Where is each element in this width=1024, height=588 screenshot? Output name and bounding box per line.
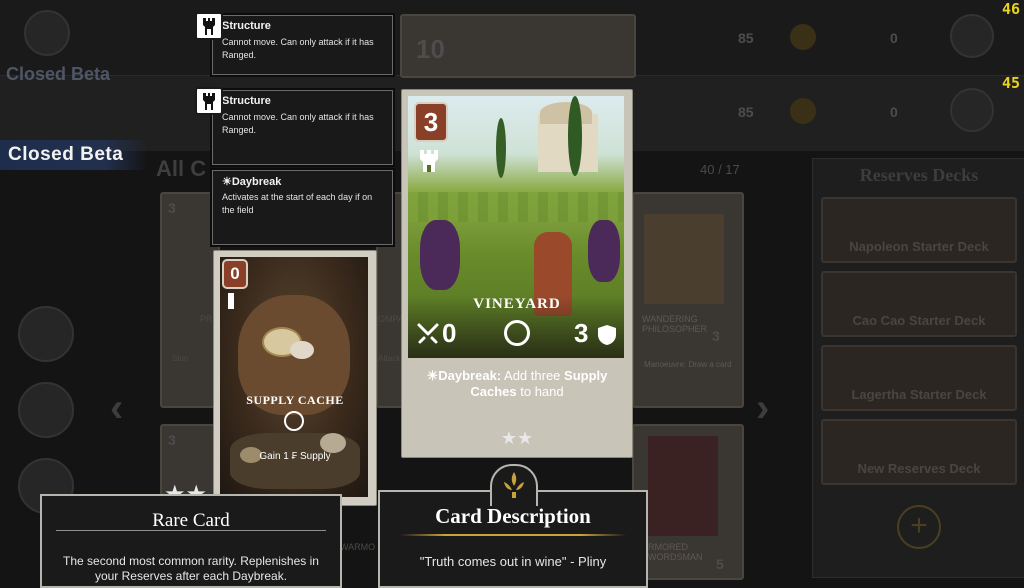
- menu-button-ghost: [24, 10, 70, 56]
- reserves-deck-label: New Reserves Deck: [857, 461, 981, 476]
- exclamation-icon: [228, 293, 234, 309]
- topbar-number-10: 10: [416, 34, 445, 64]
- swordsman-portrait: [648, 436, 718, 536]
- topbar-card-ghost: 10: [400, 14, 636, 78]
- add-deck-plus-icon[interactable]: +: [897, 505, 941, 549]
- bg-card-bottom-right-stat: 5: [716, 556, 724, 572]
- supply-icon: [504, 320, 530, 346]
- description-divider: [400, 534, 626, 536]
- collection-filter-button-2[interactable]: [18, 382, 74, 438]
- next-page-arrow-icon[interactable]: ›: [756, 386, 769, 431]
- tower-icon: [195, 87, 223, 115]
- description-quote: "Truth comes out in wine" - Pliny: [419, 554, 607, 569]
- supply-cache-card[interactable]: 0 SUPPLY CACHE Gain 1 ₣ Supply: [213, 250, 377, 506]
- vineyard-attack: 0: [442, 318, 457, 348]
- bg-card-left-name: PR: [200, 314, 213, 324]
- section-title-ghost: All C: [156, 156, 207, 181]
- tower-icon: [195, 12, 223, 40]
- bg-card-left[interactable]: 3 PR Stun: [160, 192, 220, 408]
- bg-card-bottom-left-cost: 3: [168, 432, 176, 448]
- coin-shape: [320, 433, 346, 453]
- rule-tail: to hand: [516, 384, 564, 399]
- tooltip-desc: Cannot move. Can only attack if it has R…: [222, 112, 374, 135]
- bg-card-left-cost: 3: [168, 200, 176, 216]
- supply-icon: [284, 411, 304, 431]
- gold-coin-icon: [790, 24, 816, 50]
- tooltip-title: ☀Daybreak: [222, 176, 282, 188]
- rarity-divider: [56, 530, 326, 531]
- bg-card-bottom-right[interactable]: ARMORED SWORDSMAN 5: [632, 424, 744, 580]
- attack-swords-icon: [416, 322, 440, 346]
- fps-counter-2: 45: [1001, 74, 1020, 92]
- villa-dome: [540, 102, 592, 124]
- grapes-left: [420, 220, 460, 290]
- topbar-number-85b: 85: [738, 104, 754, 120]
- vineyard-rarity-stars: ★★: [500, 428, 534, 448]
- reserves-title: Reserves Decks: [859, 165, 979, 185]
- topbar-number-0b: 0: [890, 104, 898, 120]
- reserves-deck-lagertha[interactable]: Lagertha Starter Deck: [821, 345, 1017, 411]
- supply-cache-name: SUPPLY CACHE: [246, 393, 344, 407]
- rule-text: Add three: [501, 368, 565, 383]
- topbar-number-0: 0: [890, 30, 898, 46]
- cypress-tree: [496, 118, 506, 178]
- reserves-deck-new[interactable]: New Reserves Deck: [821, 419, 1017, 485]
- tooltip-desc: Cannot move. Can only attack if it has R…: [222, 37, 374, 60]
- vineyard-name: VINEYARD: [473, 296, 561, 312]
- vineyard-card[interactable]: 3 VINEYARD 0 3 ☀Daybreak: Add three Supp…: [401, 89, 633, 458]
- bg-card-right-text: Manoeuvre: Draw a card: [644, 360, 732, 369]
- tooltip-structure-2: Structure Cannot move. Can only attack i…: [212, 90, 393, 165]
- beta-label-ghost: Closed Beta: [6, 64, 111, 84]
- tooltip-title: Structure: [222, 95, 271, 107]
- fps-counter: 46: [1001, 0, 1020, 18]
- rarity-title: Rare Card: [152, 510, 230, 531]
- vineyard-health: 3: [574, 318, 589, 348]
- reserves-panel: Reserves Decks Napoleon Starter Deck Cao…: [812, 158, 1024, 578]
- reserves-deck-label: Cao Cao Starter Deck: [852, 313, 986, 328]
- vineyard-rule: ☀Daybreak: Add three Supply Caches to ha…: [410, 368, 624, 400]
- supply-cache-effect: Gain 1 ₣ Supply: [259, 451, 331, 462]
- tooltip-desc: Activates at the start of each day if on…: [222, 192, 373, 215]
- tooltip-title: Structure: [222, 20, 271, 32]
- prev-page-arrow-icon[interactable]: ‹: [110, 386, 123, 431]
- description-crest: [490, 464, 538, 506]
- topbar-number-85: 85: [738, 30, 754, 46]
- bg-card-mid-name: OMPA: [378, 314, 404, 324]
- closed-beta-text: Closed Beta: [8, 144, 124, 165]
- settings-gear-icon-2[interactable]: [950, 88, 994, 132]
- description-title: Card Description: [435, 504, 591, 528]
- bg-card-right-stat: 3: [712, 328, 720, 344]
- reserves-deck-label: Lagertha Starter Deck: [851, 387, 987, 402]
- philosopher-portrait: [644, 214, 724, 304]
- rarity-panel: Rare Card The second most common rarity.…: [40, 494, 342, 588]
- bg-card-left-text: Stun: [172, 354, 189, 363]
- reserves-deck-napoleon[interactable]: Napoleon Starter Deck: [821, 197, 1017, 263]
- collection-count: 40 / 17: [700, 162, 740, 177]
- bg-card-right[interactable]: WANDERING PHILOSOPHER Manoeuvre: Draw a …: [632, 192, 744, 408]
- gold-coin-icon-2: [790, 98, 816, 124]
- supply-cache-cost: 0: [222, 259, 248, 289]
- reserves-deck-caocao[interactable]: Cao Cao Starter Deck: [821, 271, 1017, 337]
- bg-card-right-name: WANDERING PHILOSOPHER: [642, 314, 708, 334]
- rule-keyword: ☀Daybreak:: [426, 368, 502, 383]
- vine-rows: [408, 192, 624, 222]
- bg-card-bottom-right-name: ARMORED SWORDSMAN: [642, 542, 703, 562]
- rule-bold-2: Caches: [470, 384, 517, 399]
- closed-beta-banner: Closed Beta: [0, 140, 148, 170]
- collection-filter-button[interactable]: [18, 306, 74, 362]
- shield-icon: [596, 324, 618, 346]
- rarity-body: The second most common rarity. Replenish…: [63, 554, 319, 583]
- grapes-right: [588, 220, 620, 282]
- reserves-deck-label: Napoleon Starter Deck: [849, 239, 989, 254]
- cypress-tree: [568, 96, 582, 176]
- tooltip-structure-1: Structure Cannot move. Can only attack i…: [212, 15, 393, 75]
- structure-tower-icon: [418, 148, 440, 174]
- coin-shape: [290, 341, 314, 359]
- vineyard-cost: 3: [414, 102, 448, 142]
- tooltip-daybreak: ☀Daybreak Activates at the start of each…: [212, 170, 393, 245]
- settings-gear-icon[interactable]: [950, 14, 994, 58]
- bg-card-bottom-left-name: WARMO: [340, 542, 376, 552]
- rule-bold: Supply: [564, 368, 608, 383]
